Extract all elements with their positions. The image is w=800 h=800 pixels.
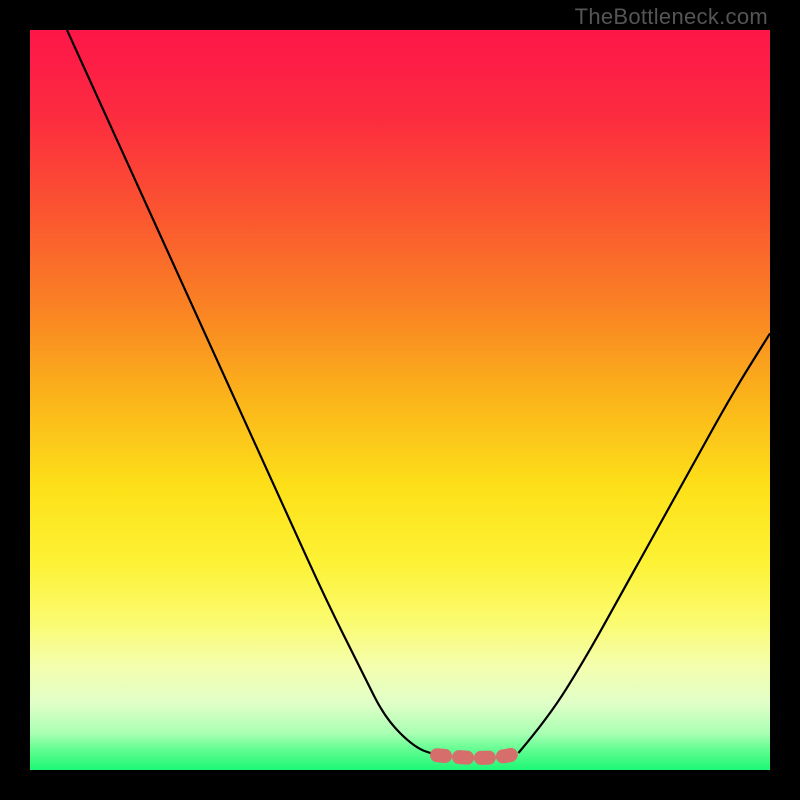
curve-layer [30, 30, 770, 770]
curve-left-arm [67, 30, 437, 755]
chart-frame: TheBottleneck.com [0, 0, 800, 800]
plot-area [30, 30, 770, 770]
curve-right-arm [518, 333, 770, 753]
curve-plateau [437, 753, 518, 758]
watermark-text: TheBottleneck.com [575, 4, 768, 30]
